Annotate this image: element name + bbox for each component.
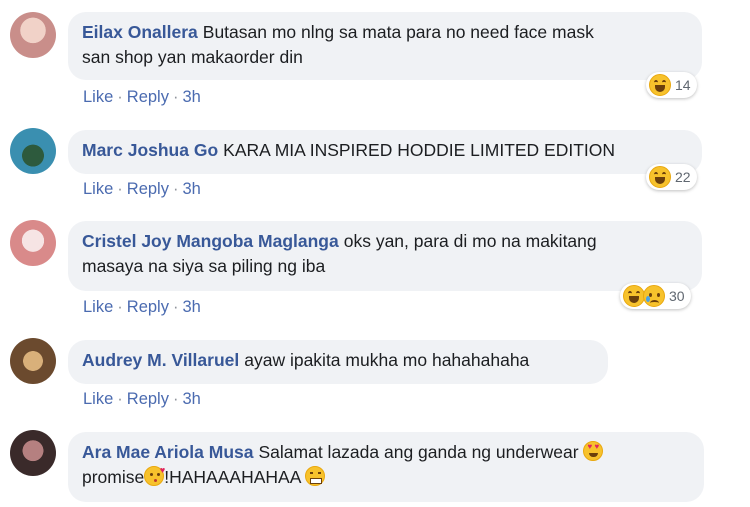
comment-text: !HAHAAAHAHAA <box>164 467 301 487</box>
avatar[interactable] <box>10 430 56 476</box>
like-link[interactable]: Like <box>83 180 113 198</box>
grimacing-emoji-icon <box>305 466 326 486</box>
reaction-summary[interactable]: 30 <box>620 283 691 309</box>
comment-text: ayaw ipakita mukha mo hahahahaha <box>244 350 530 370</box>
comment-author[interactable]: Cristel Joy Mangoba Maglanga <box>82 231 339 251</box>
reply-link[interactable]: Reply <box>127 180 169 198</box>
comment-text: KARA MIA INSPIRED HODDIE LIMITED EDITION <box>223 140 616 160</box>
avatar[interactable] <box>10 338 56 384</box>
comment-actions: Like · Reply · 3h <box>83 390 201 408</box>
comment-text: Salamat lazada ang ganda ng underwear <box>258 442 579 462</box>
reaction-summary[interactable]: 22 <box>646 164 697 190</box>
haha-reaction-icon <box>649 166 671 188</box>
avatar[interactable] <box>10 128 56 174</box>
reaction-count: 30 <box>669 288 685 304</box>
avatar[interactable] <box>10 220 56 266</box>
comment-author[interactable]: Marc Joshua Go <box>82 140 218 160</box>
comment-bubble: Marc Joshua Go KARA MIA INSPIRED HODDIE L… <box>68 130 702 174</box>
comment-author[interactable]: Ara Mae Ariola Musa <box>82 442 254 462</box>
comment-text: oks yan, para di mo na makitang <box>343 231 597 251</box>
comment-timestamp[interactable]: 3h <box>182 180 200 198</box>
heart-eyes-emoji-icon <box>583 441 604 461</box>
comment-author[interactable]: Audrey M. Villaruel <box>82 350 239 370</box>
comment-text: san shop yan makaorder din <box>82 47 303 67</box>
comment-actions: Like · Reply · 3h <box>83 88 201 106</box>
comment-bubble: Eilax Onallera Butasan mo nlng sa mata pa… <box>68 12 702 80</box>
like-link[interactable]: Like <box>83 390 113 408</box>
sad-reaction-icon <box>643 285 665 307</box>
like-link[interactable]: Like <box>83 88 113 106</box>
comment-actions: Like · Reply · 3h <box>83 298 201 316</box>
comment-bubble: Ara Mae Ariola Musa Salamat lazada ang ga… <box>68 432 704 502</box>
haha-reaction-icon <box>649 74 671 96</box>
reaction-count: 22 <box>675 169 691 185</box>
reply-link[interactable]: Reply <box>127 88 169 106</box>
comment-timestamp[interactable]: 3h <box>182 390 200 408</box>
comment-text: masaya na siya sa piling ng iba <box>82 256 326 276</box>
comment-bubble: Cristel Joy Mangoba Maglanga oks yan, par… <box>68 221 702 291</box>
reply-link[interactable]: Reply <box>127 298 169 316</box>
kissing-heart-emoji-icon <box>144 466 165 486</box>
comment-bubble: Audrey M. Villaruel ayaw ipakita mukha mo… <box>68 340 608 384</box>
comment-text: promise <box>82 467 145 487</box>
comment-author[interactable]: Eilax Onallera <box>82 22 198 42</box>
haha-reaction-icon <box>623 285 645 307</box>
reply-link[interactable]: Reply <box>127 390 169 408</box>
comment-text: Butasan mo nlng sa mata para no need fac… <box>202 22 594 42</box>
comment-timestamp[interactable]: 3h <box>182 298 200 316</box>
reaction-summary[interactable]: 14 <box>646 72 697 98</box>
reaction-count: 14 <box>675 77 691 93</box>
comment-actions: Like · Reply · 3h <box>83 180 201 198</box>
like-link[interactable]: Like <box>83 298 113 316</box>
comment-timestamp[interactable]: 3h <box>182 88 200 106</box>
avatar[interactable] <box>10 12 56 58</box>
